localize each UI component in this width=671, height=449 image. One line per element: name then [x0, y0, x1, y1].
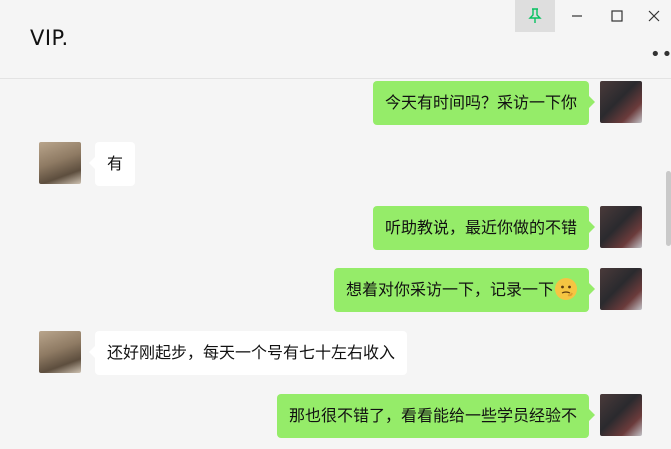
maximize-icon[interactable]	[597, 0, 637, 32]
my-avatar[interactable]	[600, 394, 642, 436]
scrollbar-thumb[interactable]	[666, 171, 671, 246]
thinking-face-emoji	[555, 278, 577, 300]
more-icon[interactable]: •••	[650, 44, 671, 65]
message-text: 今天有时间吗？采访一下你	[384, 93, 577, 112]
message-bubble-incoming[interactable]: 有	[88, 142, 136, 186]
message-list[interactable]: 今天有时间吗？采访一下你 有 听助教说，最近你做的不错 想着对你采访一下，记录一…	[0, 79, 671, 449]
message-bubble-incoming[interactable]: 还好刚起步，每天一个号有七十左右收入	[88, 331, 408, 375]
contact-avatar[interactable]	[39, 331, 81, 373]
message-text: 还好刚起步，每天一个号有七十左右收入	[107, 343, 396, 362]
chat-title: VIP.	[30, 26, 69, 50]
message-text: 有	[107, 154, 124, 173]
close-icon[interactable]	[637, 0, 671, 32]
message-text: 听助教说，最近你做的不错	[384, 218, 577, 237]
message-text: 想着对你采访一下，记录一下	[345, 280, 554, 299]
minimize-icon[interactable]	[557, 0, 597, 32]
my-avatar[interactable]	[600, 268, 642, 310]
my-avatar[interactable]	[600, 206, 642, 248]
pin-icon[interactable]	[515, 0, 555, 32]
chat-header: VIP. •••	[0, 0, 671, 79]
message-bubble-outgoing[interactable]: 想着对你采访一下，记录一下	[333, 268, 596, 312]
message-bubble-outgoing[interactable]: 那也很不错了，看看能给一些学员经验不	[276, 394, 596, 438]
message-text: 那也很不错了，看看能给一些学员经验不	[288, 406, 577, 425]
message-bubble-outgoing[interactable]: 听助教说，最近你做的不错	[372, 206, 596, 250]
my-avatar[interactable]	[600, 81, 642, 123]
message-bubble-outgoing[interactable]: 今天有时间吗？采访一下你	[372, 81, 596, 125]
contact-avatar[interactable]	[39, 142, 81, 184]
